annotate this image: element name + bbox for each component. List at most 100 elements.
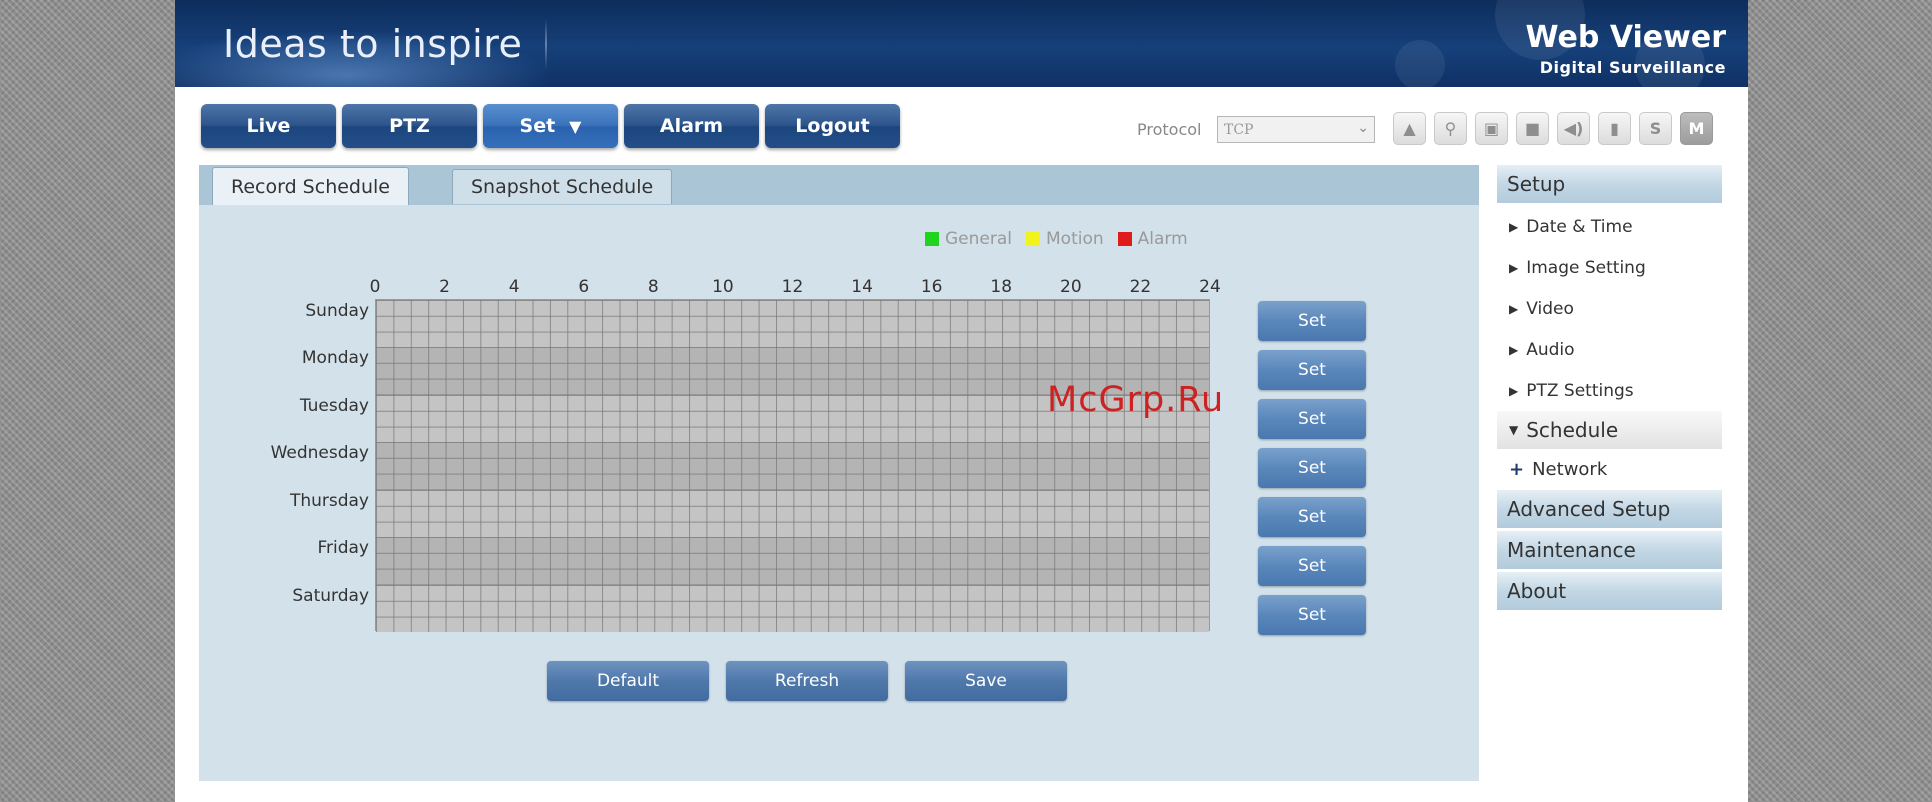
- chevron-down-icon: ⌄: [1357, 120, 1369, 136]
- hour-label: 18: [990, 277, 1013, 297]
- legend-alarm-swatch: [1117, 232, 1132, 246]
- legend-alarm-label: Alarm: [1137, 229, 1188, 249]
- day-label: Friday: [317, 538, 369, 559]
- hour-label: 2: [439, 277, 450, 297]
- web-viewer-page: Ideas to inspire Web Viewer Digital Surv…: [175, 0, 1748, 802]
- day-set-button[interactable]: Set: [1258, 301, 1366, 341]
- sidebar-item-image-setting[interactable]: ▶ Image Setting: [1497, 247, 1722, 288]
- day-label: Saturday: [292, 585, 369, 606]
- nav-live-label: Live: [246, 115, 291, 137]
- legend-motion: Motion: [1026, 229, 1104, 249]
- chevron-down-icon: ▼: [569, 116, 582, 136]
- hour-label: 8: [647, 277, 659, 297]
- sidebar-advanced-setup-header[interactable]: Advanced Setup: [1497, 490, 1722, 528]
- sidebar-item-network[interactable]: + Network: [1497, 449, 1722, 490]
- sidebar-item-label: Network: [1532, 459, 1608, 480]
- sidebar-item-video[interactable]: ▶ Video: [1497, 288, 1722, 329]
- nav-logout-label: Logout: [795, 115, 870, 137]
- hour-label: 24: [1199, 277, 1221, 297]
- stream-s-icon[interactable]: S: [1639, 112, 1672, 145]
- day-set-button[interactable]: Set: [1258, 546, 1366, 586]
- header-bubble: [1395, 40, 1445, 87]
- sidebar-item-date-time[interactable]: ▶ Date & Time: [1497, 206, 1722, 247]
- sidebar-item-label: PTZ Settings: [1526, 380, 1634, 401]
- schedule-panel: Record Schedule Snapshot Schedule Genera…: [199, 165, 1479, 781]
- schedule-grid[interactable]: [375, 299, 1210, 632]
- legend-alarm: Alarm: [1117, 229, 1188, 249]
- microphone-icon[interactable]: ▮: [1598, 112, 1631, 145]
- tab-bar: Record Schedule Snapshot Schedule: [199, 165, 1479, 205]
- sidebar-item-label: Audio: [1526, 339, 1575, 360]
- day-label: Wednesday: [270, 443, 369, 464]
- sidebar-setup-header[interactable]: Setup: [1497, 165, 1722, 203]
- sidebar-item-ptz-settings[interactable]: ▶ PTZ Settings: [1497, 370, 1722, 411]
- stream-m-icon[interactable]: M: [1680, 112, 1713, 145]
- default-button[interactable]: Default: [547, 661, 709, 701]
- tab-record-schedule[interactable]: Record Schedule: [212, 167, 409, 205]
- nav-ptz-button[interactable]: PTZ: [342, 104, 477, 148]
- nav-alarm-button[interactable]: Alarm: [624, 104, 759, 148]
- protocol-select[interactable]: TCP ⌄: [1217, 116, 1375, 143]
- hour-label: 14: [851, 277, 873, 297]
- day-row[interactable]: [376, 489, 1209, 538]
- day-set-button[interactable]: Set: [1258, 448, 1366, 488]
- nav-set-button[interactable]: Set ▼: [483, 104, 618, 148]
- main-nav: Live PTZ Set ▼ Alarm Logout: [201, 104, 900, 148]
- nav-set-label: Set: [519, 115, 556, 137]
- header-divider: [545, 18, 547, 70]
- schedule-legend: General Motion Alarm: [925, 229, 1188, 249]
- protocol-label: Protocol: [1137, 120, 1202, 139]
- triangle-right-icon: ▶: [1509, 260, 1519, 275]
- legend-motion-label: Motion: [1046, 229, 1104, 249]
- hour-label: 20: [1060, 277, 1082, 297]
- hour-label: 12: [781, 277, 804, 297]
- refresh-button[interactable]: Refresh: [726, 661, 888, 701]
- header-banner: Ideas to inspire Web Viewer Digital Surv…: [175, 0, 1748, 87]
- day-row[interactable]: [376, 300, 1209, 348]
- day-row[interactable]: [376, 537, 1209, 585]
- toolbar: ▲ ⚲ ▣ ■ ◀) ▮ S M: [1393, 112, 1713, 145]
- legend-motion-swatch: [1026, 232, 1040, 246]
- hour-label: 6: [578, 277, 590, 297]
- legend-general-swatch: [925, 232, 939, 246]
- sidebar-item-label: Date & Time: [1526, 216, 1633, 237]
- record-icon[interactable]: ■: [1516, 112, 1549, 145]
- sidebar-about-header[interactable]: About: [1497, 572, 1722, 610]
- legend-general: General: [925, 229, 1012, 249]
- hour-label: 10: [712, 277, 734, 297]
- day-row[interactable]: [376, 442, 1209, 490]
- sidebar-item-schedule[interactable]: ▼ Schedule: [1497, 411, 1722, 449]
- day-set-button[interactable]: Set: [1258, 399, 1366, 439]
- nav-ptz-label: PTZ: [389, 115, 430, 137]
- setup-sidebar: Setup ▶ Date & Time ▶ Image Setting ▶ Video…: [1497, 165, 1722, 613]
- brand-title: Web Viewer: [1525, 20, 1726, 55]
- sidebar-item-label: Video: [1526, 298, 1574, 319]
- triangle-right-icon: ▶: [1509, 342, 1519, 357]
- day-set-button[interactable]: Set: [1258, 497, 1366, 537]
- day-set-button[interactable]: Set: [1258, 595, 1366, 635]
- legend-general-label: General: [945, 229, 1012, 249]
- sidebar-item-audio[interactable]: ▶ Audio: [1497, 329, 1722, 370]
- brand-subtitle: Digital Surveillance: [1539, 58, 1726, 77]
- hour-label: 16: [920, 277, 943, 297]
- hour-label: 0: [369, 277, 381, 297]
- zoom-icon[interactable]: ⚲: [1434, 112, 1467, 145]
- day-label: Monday: [301, 348, 369, 369]
- nav-alarm-label: Alarm: [659, 115, 724, 137]
- sidebar-maintenance-header[interactable]: Maintenance: [1497, 531, 1722, 569]
- protocol-value: TCP: [1224, 121, 1254, 138]
- watermark: McGrp.Ru: [1047, 380, 1225, 420]
- day-label: Tuesday: [299, 395, 369, 416]
- nav-live-button[interactable]: Live: [201, 104, 336, 148]
- tab-snapshot-schedule[interactable]: Snapshot Schedule: [452, 169, 673, 204]
- day-row[interactable]: [376, 584, 1209, 632]
- day-set-button[interactable]: Set: [1258, 350, 1366, 390]
- sidebar-item-label: Schedule: [1526, 418, 1619, 442]
- snapshot-icon[interactable]: ▣: [1475, 112, 1508, 145]
- save-button[interactable]: Save: [905, 661, 1067, 701]
- day-label: Thursday: [289, 490, 369, 511]
- nav-logout-button[interactable]: Logout: [765, 104, 900, 148]
- alarm-warning-icon[interactable]: ▲: [1393, 112, 1426, 145]
- speaker-icon[interactable]: ◀): [1557, 112, 1590, 145]
- hour-label: 22: [1129, 277, 1152, 297]
